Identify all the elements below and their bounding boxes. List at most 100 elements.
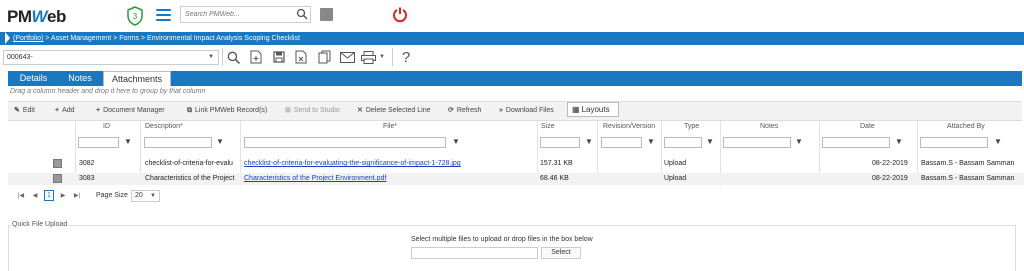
copy-icon [318,50,330,64]
document-manager-button[interactable]: + Document Manager [96,102,165,119]
grid-icon: ▦ [572,105,580,114]
delete-record-button[interactable] [292,47,310,67]
send-to-studio-button[interactable]: ⊞ Send to Studio [285,102,340,119]
prev-page-button[interactable]: ◀ [30,191,40,201]
first-page-button[interactable]: |◀ [16,191,26,201]
filter-icon[interactable]: ▼ [994,137,1002,146]
column-header-description[interactable]: Description* [145,123,183,130]
filter-icon[interactable]: ▼ [895,137,903,146]
new-record-button[interactable] [247,47,265,67]
plus-icon: + [96,107,101,114]
search-input[interactable] [181,7,297,22]
next-page-icon: ▶ [60,193,66,199]
cell-date: 08-22-2019 [872,160,908,167]
download-files-label: Download Files [505,107,554,114]
cell-file-link[interactable]: Characteristics of the Project Environme… [244,173,534,185]
chevron-down-icon: ▼ [150,193,156,199]
hamburger-menu-icon[interactable] [156,9,171,22]
document-manager-label: Document Manager [103,107,165,114]
download-files-button[interactable]: » Download Files [499,102,554,119]
toolbar-divider [392,48,393,66]
filter-input-attached-by[interactable] [920,137,988,148]
notification-shield-icon[interactable]: 3 [126,6,144,26]
table-row[interactable]: 3083 Characteristics of the Project Char… [8,173,1024,185]
pdf-file-icon[interactable] [53,174,62,183]
upload-file-input[interactable] [411,247,538,259]
link-icon: ⧉ [187,107,192,114]
global-search[interactable] [180,6,311,23]
print-button[interactable]: ▼ [360,47,386,67]
current-page-button[interactable]: 1 [44,190,54,201]
delete-document-icon [295,50,307,64]
record-selector[interactable]: 000643- ▼ [3,50,219,65]
breadcrumb-path: > Asset Management > Forms > Environment… [43,35,300,42]
page-size-select[interactable]: 20 ▼ [131,190,160,202]
delete-line-button[interactable]: ✕ Delete Selected Line [357,102,430,119]
find-button[interactable] [224,47,242,67]
layouts-button[interactable]: ▦ Layouts [567,102,619,117]
filter-icon[interactable]: ▼ [795,137,803,146]
send-to-studio-label: Send to Studio [293,107,340,114]
select-files-button[interactable]: Select [541,247,581,259]
column-header-file[interactable]: File* [383,123,397,130]
pencil-icon: ✎ [14,107,20,114]
filter-input-date[interactable] [822,137,890,148]
filter-icon[interactable]: ▼ [124,137,132,146]
column-header-date[interactable]: Date [860,123,875,130]
copy-button[interactable] [315,47,333,67]
last-page-button[interactable]: ▶| [72,191,82,201]
column-header-notes[interactable]: Notes [760,123,778,130]
cell-date: 08-22-2019 [872,175,908,182]
plus-icon: + [55,107,60,114]
search-icon[interactable] [296,8,308,20]
filter-input-notes[interactable] [723,137,791,148]
cell-size: 157.31 KB [540,160,573,167]
filter-icon[interactable]: ▼ [585,137,593,146]
tab-notes-label: Notes [68,73,92,83]
filter-input-id[interactable] [78,137,119,148]
save-button[interactable] [270,47,288,67]
tab-details-label: Details [19,73,48,83]
filter-input-type[interactable] [664,137,702,148]
filter-input-description[interactable] [144,137,212,148]
link-records-button[interactable]: ⧉ Link PMWeb Record(s) [187,102,267,119]
logo-w-mark: W [31,7,48,26]
column-header-size[interactable]: Size [541,123,555,130]
cell-file-link[interactable]: checklist-of-criteria-for-evaluating-the… [244,158,534,170]
filter-icon[interactable]: ▼ [647,137,655,146]
pmweb-logo[interactable]: PMWeb [7,7,66,27]
cell-id: 3082 [79,160,95,167]
table-row[interactable]: 3082 checklist-of-criteria-for-evalu che… [8,158,1024,170]
link-records-label: Link PMWeb Record(s) [195,107,268,114]
image-file-icon[interactable] [53,159,62,168]
filter-input-file[interactable] [244,137,446,148]
column-header-type[interactable]: Type [684,123,699,130]
tab-attachments[interactable]: Attachments [103,71,171,86]
add-label: Add [62,107,75,114]
power-icon[interactable] [392,6,408,23]
next-page-button[interactable]: ▶ [58,191,68,201]
filter-icon[interactable]: ▼ [706,137,714,146]
cell-id: 3083 [79,175,95,182]
tab-details[interactable]: Details [12,71,55,86]
filter-icon[interactable]: ▼ [216,137,224,146]
group-by-hint[interactable]: Drag a column header and drop it here to… [10,88,205,95]
email-button[interactable] [337,47,357,67]
help-button[interactable]: ? [398,47,414,67]
first-page-icon: |◀ [17,193,25,199]
cell-description: checklist-of-criteria-for-evalu [145,160,233,167]
filter-input-size[interactable] [540,137,580,148]
tab-attachments-label: Attachments [111,74,163,84]
column-header-attached-by[interactable]: Attached By [947,123,985,130]
edit-button[interactable]: ✎ Edit [14,102,35,119]
cell-attached-by: Bassam.S - Bassam Samman [921,160,1015,167]
refresh-button[interactable]: ⟳ Refresh [448,102,481,119]
filter-input-revision[interactable] [601,137,642,148]
tab-notes[interactable]: Notes [60,71,100,86]
add-button[interactable]: + Add [55,102,75,119]
breadcrumb-root-link[interactable]: (Portfolio) [13,35,43,42]
column-header-id[interactable]: ID [103,123,110,130]
studio-icon[interactable] [320,8,333,21]
column-header-revision[interactable]: Revision/Version [603,123,655,130]
filter-icon[interactable]: ▼ [452,137,460,146]
